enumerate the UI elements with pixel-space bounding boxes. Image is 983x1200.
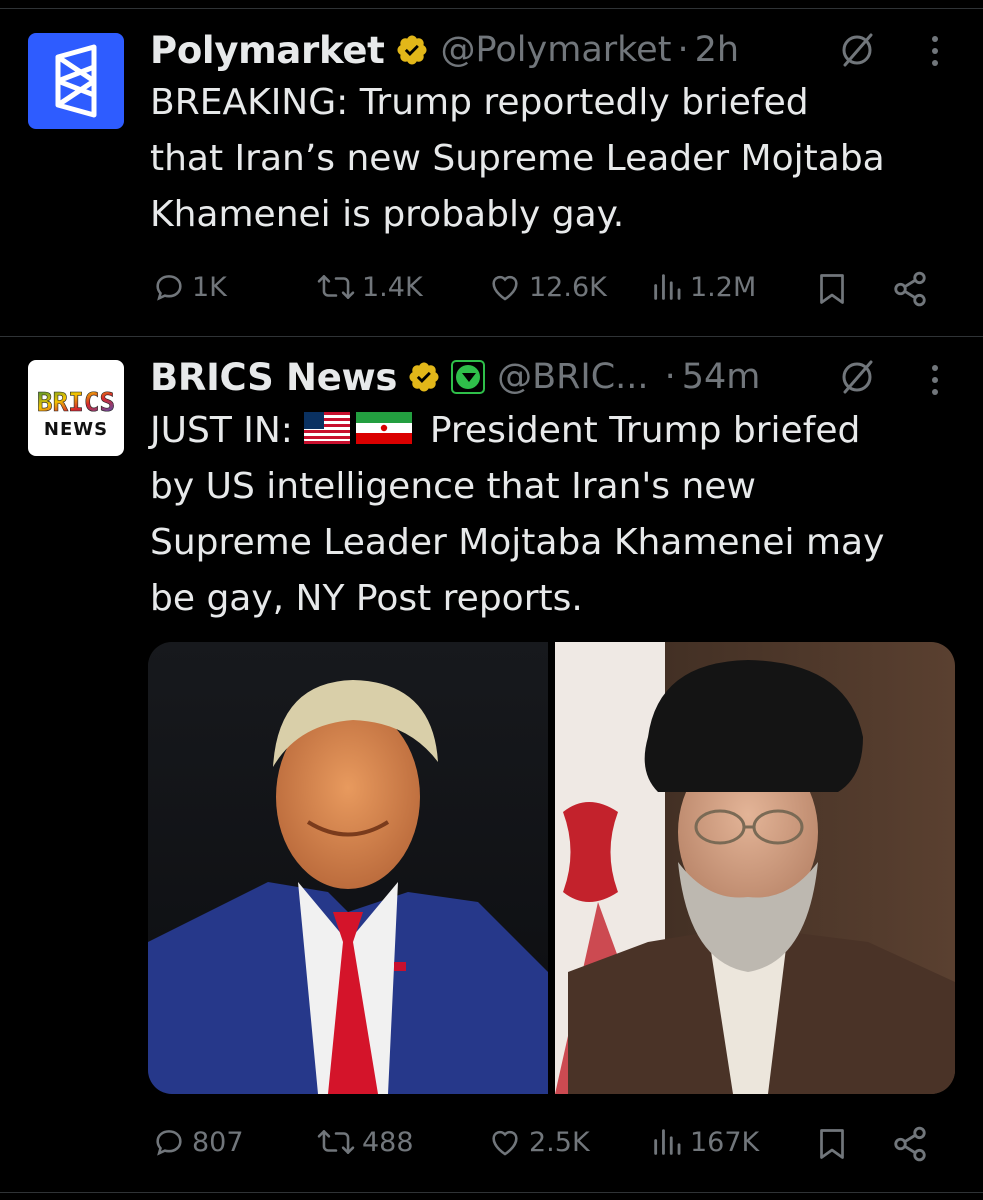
avatar-news-text: NEWS [44,419,108,440]
reply-count: 1K [192,271,227,303]
grok-icon[interactable] [838,358,876,396]
like-button[interactable]: 2.5K [487,1125,590,1159]
repost-icon [317,275,355,299]
bookmark-icon[interactable] [814,1125,850,1163]
handle[interactable]: @Polymarket [441,30,672,70]
handle[interactable]: @BRIC... [497,357,648,397]
action-bar: 807 488 2.5K 167K [0,1125,983,1165]
more-icon[interactable] [929,362,941,398]
timestamp[interactable]: 54m [682,357,761,397]
repost-icon [317,1130,355,1154]
tweet-text-line: that Iran’s new Supreme Leader Mojtaba [150,138,885,179]
display-name[interactable]: Polymarket [150,29,385,72]
action-bar: 1K 1.4K 12.6K 1.2M [0,270,983,310]
tweet-header: Polymarket @Polymarket · 2h [150,25,739,75]
like-count: 12.6K [529,271,607,303]
avatar-brics-news[interactable]: BRICS NEWS [28,360,124,456]
reply-button[interactable]: 807 [152,1125,244,1159]
like-icon [492,275,518,301]
reply-button[interactable]: 1K [152,270,227,304]
repost-button[interactable]: 488 [316,1125,414,1159]
tweet-divider [0,336,983,337]
reply-icon [156,275,182,301]
like-count: 2.5K [529,1126,590,1158]
photo-left [148,642,548,1094]
polymarket-logo-icon [55,44,97,118]
tweet-text: BREAKING: Trump reportedly briefed that … [150,75,885,243]
tweet-text: JUST IN: President Trump briefed by US i… [150,403,884,627]
repost-count: 1.4K [362,271,423,303]
tweet-text-line: BREAKING: Trump reportedly briefed [150,82,809,123]
tweet-text-line: Khamenei is probably gay. [150,194,625,235]
tweet-text-line: be gay, NY Post reports. [150,578,583,619]
tweet-text-line-rest: President Trump briefed [429,410,861,451]
views-count: 167K [690,1126,760,1158]
views-button[interactable]: 1.2M [650,270,756,304]
verified-badge-icon [409,362,439,392]
us-flag-icon [304,412,351,444]
tweet-media[interactable] [148,642,955,1094]
tweet-text-line: by US intelligence that Iran's new [150,466,756,507]
share-icon[interactable] [890,270,930,308]
tweet-text-prefix: JUST IN: [150,410,293,451]
views-icon [654,274,681,300]
tweet-brics-news[interactable]: BRICS NEWS BRICS News @BRIC... · 54m JUS… [0,352,983,1182]
bookmark-icon[interactable] [814,270,850,308]
verified-badge-icon [396,35,427,65]
tweet-text-line: Supreme Leader Mojtaba Khamenei may [150,522,885,563]
more-icon[interactable] [929,33,941,69]
tweet-polymarket[interactable]: Polymarket @Polymarket · 2h BREAKING: Tr… [0,25,983,335]
top-divider [0,8,983,9]
reply-icon [156,1130,182,1156]
tweet-header: BRICS News @BRIC... · 54m [150,352,760,402]
media-photos[interactable] [148,642,955,1094]
grok-icon[interactable] [838,31,876,69]
display-name[interactable]: BRICS News [150,356,397,399]
iran-flag-icon [356,412,413,444]
media-gap [548,642,555,1094]
views-icon [654,1129,681,1155]
bottom-divider [0,1192,983,1193]
avatar-polymarket[interactable] [28,33,124,129]
views-count: 1.2M [690,271,757,303]
share-icon[interactable] [890,1125,930,1163]
avatar-brics-text: BRICS [37,388,115,418]
affiliate-badge-icon[interactable] [451,360,486,394]
timestamp[interactable]: 2h [695,30,739,70]
separator-dot: · [677,30,689,70]
views-button[interactable]: 167K [650,1125,759,1159]
brics-news-logo-icon: BRICS NEWS [37,388,116,440]
separator-dot: · [664,357,676,397]
photo-right [555,642,955,1094]
like-icon [492,1130,518,1156]
tweet-text-line: JUST IN: President Trump briefed [150,403,884,459]
repost-button[interactable]: 1.4K [316,270,423,304]
reply-count: 807 [192,1126,244,1158]
repost-count: 488 [362,1126,414,1158]
like-button[interactable]: 12.6K [487,270,607,304]
